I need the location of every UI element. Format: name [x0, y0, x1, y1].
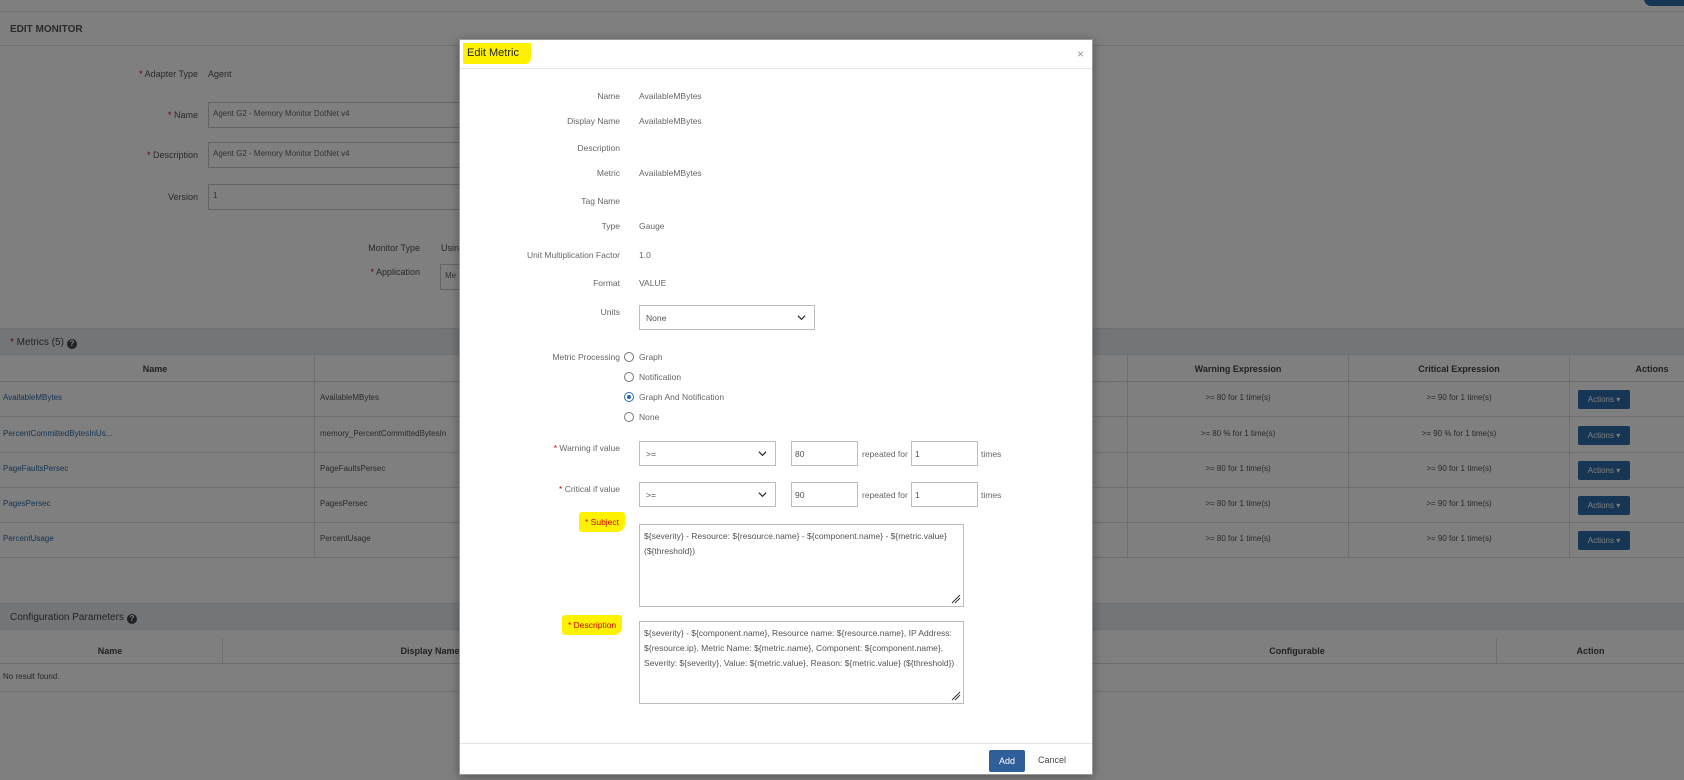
warning-label: * Warning if value: [553, 443, 620, 453]
format-value: VALUE: [639, 278, 667, 288]
name-label: Name: [597, 91, 620, 101]
resize-handle-icon[interactable]: [951, 594, 961, 604]
radio-graph-and-notification[interactable]: [624, 392, 634, 402]
chevron-down-icon: [758, 451, 767, 457]
critical-operator-value: >=: [646, 490, 656, 500]
warning-value-input[interactable]: 80: [791, 441, 858, 466]
tag-name-label: Tag Name: [581, 196, 620, 206]
critical-repeated-label: repeated for: [862, 490, 908, 500]
metric-label: Metric: [596, 168, 620, 178]
chevron-down-icon: [797, 315, 806, 321]
notification-description-label: * Description: [562, 615, 623, 635]
radio-graph-and-notification-label[interactable]: Graph And Notification: [639, 392, 724, 402]
warning-times-input[interactable]: 1: [911, 441, 978, 466]
radio-graph[interactable]: [624, 352, 634, 362]
add-button[interactable]: Add: [989, 750, 1025, 772]
subject-textarea[interactable]: ${severity} - Resource: ${resource.name}…: [639, 524, 964, 607]
description-text: ${severity} - ${component.name}, Resourc…: [644, 628, 955, 668]
critical-label: * Critical if value: [559, 484, 620, 494]
modal-header: Edit Metric ×: [460, 40, 1092, 69]
format-label: Format: [593, 278, 620, 288]
radio-notification-label[interactable]: Notification: [639, 372, 681, 382]
subject-label: * Subject: [579, 512, 626, 532]
warning-operator-value: >=: [646, 449, 656, 459]
warning-operator-select[interactable]: >=: [639, 441, 776, 466]
metric-value: AvailableMBytes: [639, 168, 702, 178]
critical-value-input[interactable]: 90: [791, 482, 858, 507]
radio-graph-label[interactable]: Graph: [639, 352, 663, 362]
close-icon[interactable]: ×: [1077, 48, 1084, 60]
warning-times-label: times: [981, 449, 1002, 459]
unit-multiplication-value: 1.0: [639, 250, 651, 260]
critical-times-input[interactable]: 1: [911, 482, 978, 507]
type-label: Type: [601, 221, 620, 231]
critical-times-label: times: [981, 490, 1002, 500]
radio-none[interactable]: [624, 412, 634, 422]
modal-title: Edit Metric: [463, 43, 531, 64]
radio-notification[interactable]: [624, 372, 634, 382]
units-selected-value: None: [646, 313, 667, 323]
description-label: Description: [577, 143, 620, 153]
cancel-button[interactable]: Cancel: [1038, 755, 1066, 765]
metric-processing-label: Metric Processing: [552, 352, 620, 362]
type-value: Gauge: [639, 221, 665, 231]
warning-repeated-label: repeated for: [862, 449, 908, 459]
modal-footer: Add Cancel: [460, 743, 1092, 775]
display-name-label: Display Name: [567, 116, 620, 126]
chevron-down-icon: [758, 492, 767, 498]
description-textarea[interactable]: ${severity} - ${component.name}, Resourc…: [639, 621, 964, 704]
subject-text: ${severity} - Resource: ${resource.name}…: [644, 531, 947, 556]
display-name-value: AvailableMBytes: [639, 116, 702, 126]
name-value: AvailableMBytes: [639, 91, 702, 101]
edit-metric-modal: Edit Metric × Name AvailableMBytes Displ…: [459, 39, 1093, 775]
radio-none-label[interactable]: None: [639, 412, 659, 422]
critical-operator-select[interactable]: >=: [639, 482, 776, 507]
resize-handle-icon[interactable]: [951, 691, 961, 701]
units-label: Units: [600, 307, 620, 317]
unit-multiplication-label: Unit Multiplication Factor: [526, 250, 620, 260]
units-select[interactable]: None: [639, 305, 815, 330]
